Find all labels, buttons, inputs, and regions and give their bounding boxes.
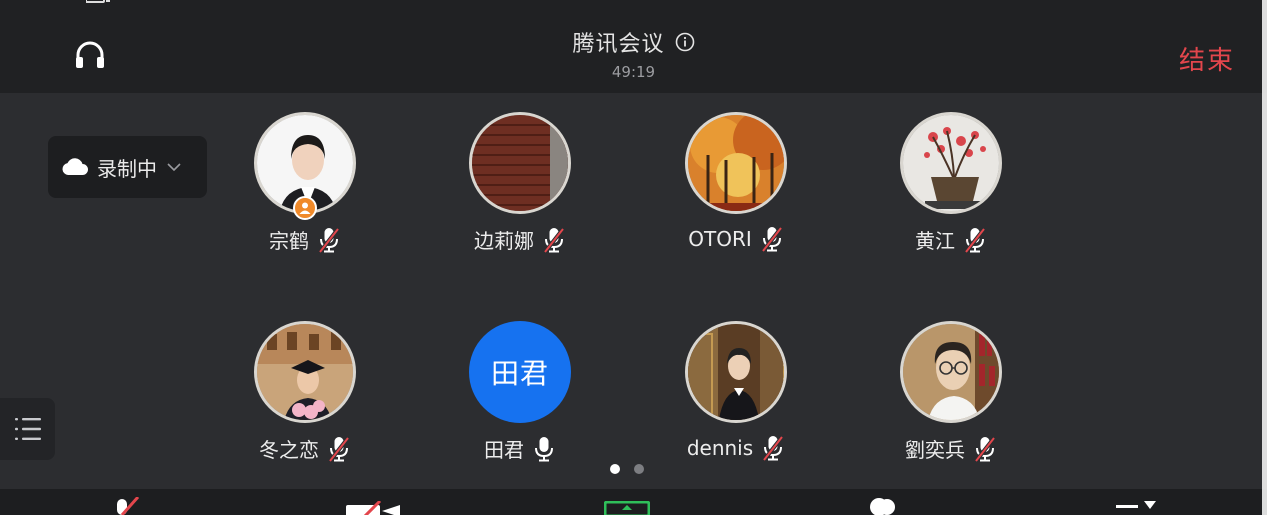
- participant-name: 黄江: [915, 229, 955, 253]
- avatar-initials: 田君: [490, 357, 549, 390]
- screen-edge: [1262, 0, 1267, 515]
- info-icon: [675, 32, 694, 52]
- mic-muted-icon[interactable]: [327, 435, 351, 463]
- page-indicator: [610, 464, 644, 474]
- person-icon: [299, 202, 311, 214]
- avatar: [254, 321, 356, 423]
- mic-muted-icon[interactable]: [963, 226, 987, 254]
- participant-list-button[interactable]: [0, 398, 55, 460]
- participant-tile[interactable]: 劉奕兵: [871, 321, 1031, 481]
- avatar: [900, 321, 1002, 423]
- participant-name: dennis: [686, 436, 754, 460]
- participant-tile[interactable]: 边莉娜: [440, 112, 600, 272]
- mic-muted-icon[interactable]: [317, 226, 341, 254]
- participant-tile[interactable]: 田君 田君: [440, 321, 600, 481]
- participant-tile[interactable]: dennis: [656, 321, 816, 481]
- avatar: [685, 112, 787, 214]
- chevron-down-icon: [167, 163, 181, 172]
- participant-tile[interactable]: 黄江: [871, 112, 1031, 272]
- cloud-icon: [62, 158, 88, 175]
- meeting-timer: 49:19: [611, 63, 656, 81]
- list-icon: [14, 418, 41, 440]
- meeting-title: 腾讯会议: [572, 32, 665, 57]
- participants-icon[interactable]: [868, 497, 898, 515]
- page-dot-2[interactable]: [634, 464, 644, 474]
- participant-name: 冬之恋: [259, 438, 319, 462]
- meeting-info-button[interactable]: [675, 32, 695, 52]
- meeting-title-row[interactable]: 腾讯会议: [572, 26, 694, 58]
- status-bar-icon: [86, 0, 110, 3]
- mic-muted-icon[interactable]: [760, 225, 784, 253]
- mic-muted-icon[interactable]: [973, 435, 997, 463]
- end-meeting-button[interactable]: 结束: [1179, 40, 1235, 77]
- participant-name: 边莉娜: [474, 229, 534, 253]
- mic-muted-icon[interactable]: [761, 434, 785, 462]
- page-dot-1[interactable]: [610, 464, 620, 474]
- bottom-toolbar: [0, 489, 1267, 515]
- participant-tile[interactable]: OTORI: [656, 112, 816, 272]
- participant-name: 田君: [484, 438, 524, 462]
- participant-name: OTORI: [688, 227, 752, 251]
- meeting-screen: 腾讯会议 49:19 结束 录制中 宗鹤 边莉娜 OTORI 黄江 冬之恋 田君…: [0, 0, 1267, 515]
- mic-icon[interactable]: [532, 435, 556, 463]
- mic-muted-icon[interactable]: [108, 497, 142, 515]
- host-badge: [293, 196, 317, 220]
- avatar: [685, 321, 787, 423]
- avatar: [469, 112, 571, 214]
- participant-name: 宗鹤: [269, 229, 309, 253]
- share-screen-icon[interactable]: [604, 501, 650, 515]
- avatar: [900, 112, 1002, 214]
- avatar: 田君: [469, 321, 571, 423]
- participant-name: 劉奕兵: [905, 438, 965, 462]
- more-menu-icon[interactable]: [1116, 499, 1158, 515]
- recording-label: 录制中: [97, 156, 157, 181]
- participant-tile[interactable]: 冬之恋: [225, 321, 385, 481]
- top-bar: 腾讯会议 49:19 结束: [0, 0, 1267, 93]
- recording-status-dropdown[interactable]: 录制中: [48, 136, 207, 198]
- mic-muted-icon[interactable]: [542, 226, 566, 254]
- camera-off-icon[interactable]: [346, 501, 402, 515]
- participant-tile[interactable]: 宗鹤: [225, 112, 385, 272]
